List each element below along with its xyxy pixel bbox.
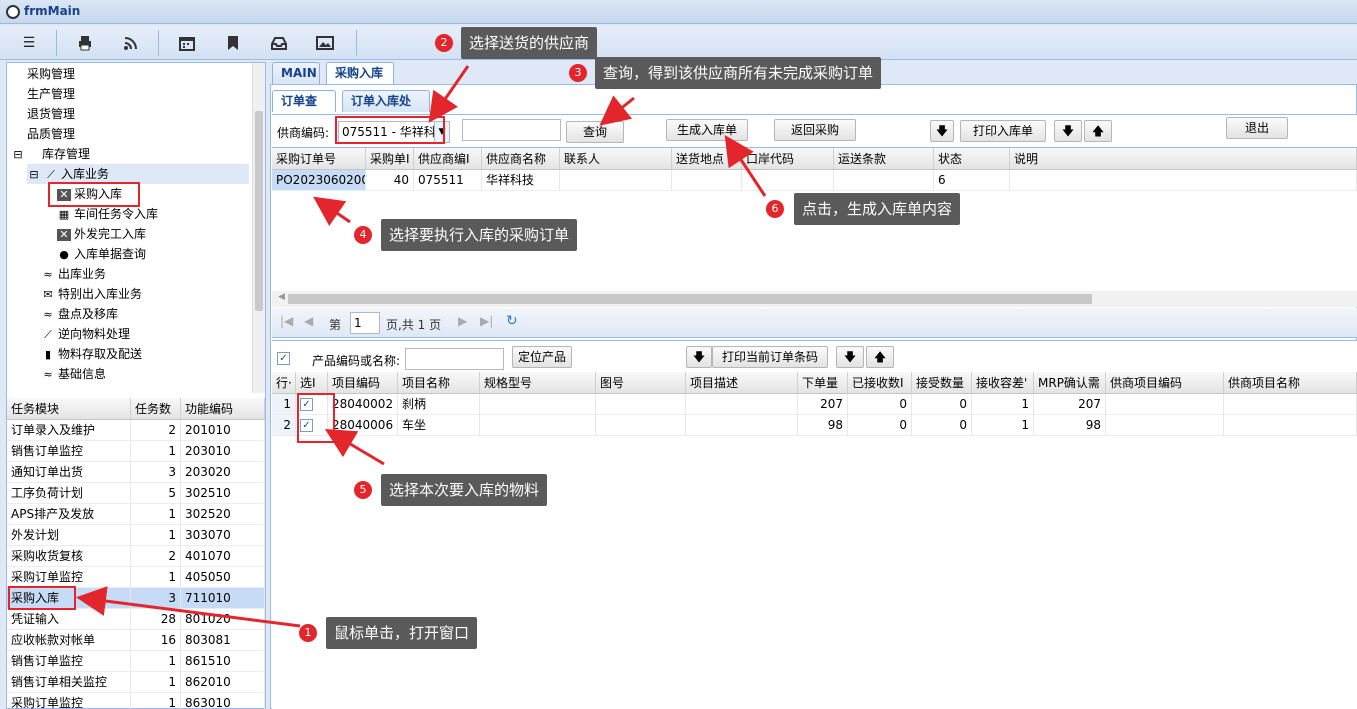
highlight-box (297, 393, 335, 443)
step-badge: 3 (569, 64, 587, 82)
callout-step-4: 选择要执行入库的采购订单 (381, 219, 578, 251)
callout-step-5: 选择本次要入库的物料 (381, 474, 548, 506)
highlight-box (8, 586, 76, 610)
step-badge: 4 (354, 226, 372, 244)
step-badge: 2 (435, 34, 453, 52)
highlight-box (48, 182, 140, 207)
step-badge: 5 (354, 481, 372, 499)
callout-step-1: 鼠标单击，打开窗口 (326, 617, 478, 649)
annotation-arrows (76, 65, 767, 628)
step-badge: 1 (299, 624, 317, 642)
callout-step-2: 选择送货的供应商 (461, 27, 598, 59)
callout-step-3: 查询，得到该供应商所有未完成采购订单 (595, 57, 882, 89)
step-badge: 6 (766, 200, 784, 218)
callout-step-6: 点击，生成入库单内容 (794, 193, 961, 225)
highlight-box (335, 116, 445, 144)
